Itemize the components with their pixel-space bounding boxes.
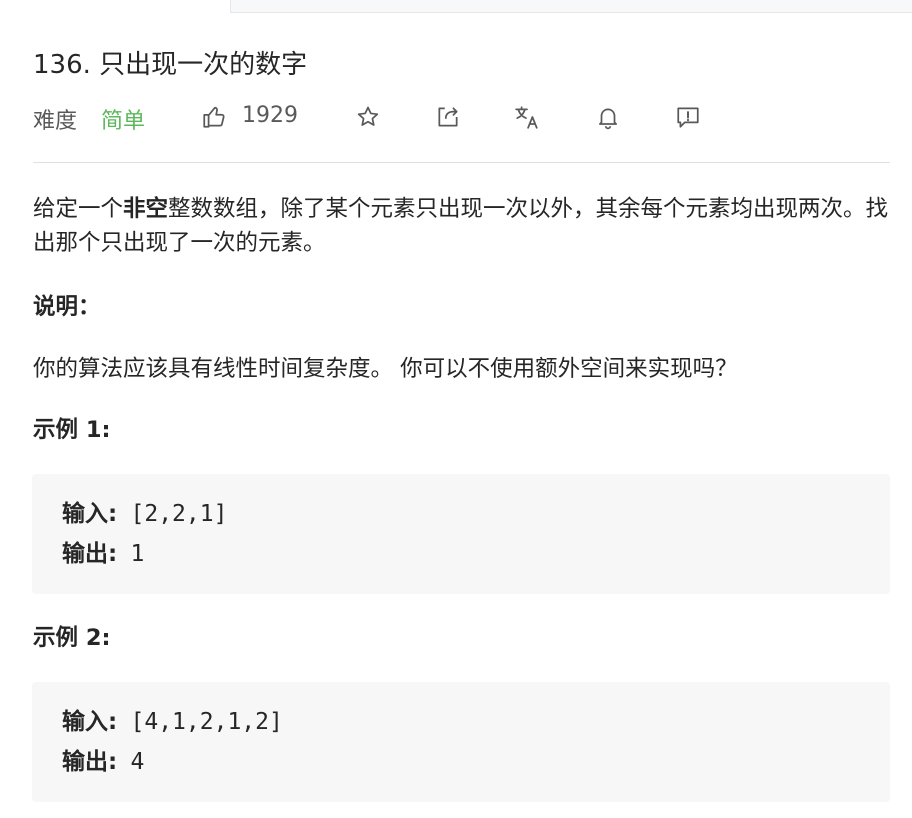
input-label: 输入: xyxy=(62,709,118,735)
input-value: [4,1,2,1,2] xyxy=(130,709,283,735)
top-panel-edge xyxy=(230,0,912,13)
problem-title: 136. 只出现一次的数字 xyxy=(33,50,308,80)
input-label: 输入: xyxy=(62,501,118,527)
star-icon[interactable] xyxy=(355,104,381,130)
example-2-heading: 示例 2: xyxy=(33,625,111,651)
translate-icon[interactable] xyxy=(514,104,540,130)
description-text-start: 给定一个 xyxy=(33,196,124,222)
example-1-input-line: 输入: [2,2,1] xyxy=(62,494,860,534)
example-1-output-line: 输出: 1 xyxy=(62,534,860,574)
problem-meta-bar: 难度 简单 1929 xyxy=(33,99,893,135)
problem-description: 给定一个非空整数数组，除了某个元素只出现一次以外，其余每个元素均出现两次。找出那… xyxy=(33,192,891,260)
input-value: [2,2,1] xyxy=(130,501,228,527)
header-divider xyxy=(33,162,890,163)
bell-icon[interactable] xyxy=(595,104,621,130)
feedback-icon[interactable] xyxy=(675,104,701,130)
difficulty-label: 难度 xyxy=(33,109,78,134)
note-text: 你的算法应该具有线性时间复杂度。 你可以不使用额外空间来实现吗？ xyxy=(33,356,738,382)
output-value: 1 xyxy=(130,541,145,567)
share-icon[interactable] xyxy=(435,104,461,130)
like-count: 1929 xyxy=(242,103,298,128)
example-2-output-line: 输出: 4 xyxy=(62,742,860,782)
example-1-code-block: 输入: [2,2,1] 输出: 1 xyxy=(32,474,890,594)
note-heading: 说明： xyxy=(33,294,101,320)
example-2-input-line: 输入: [4,1,2,1,2] xyxy=(62,702,860,742)
output-label: 输出: xyxy=(62,541,118,567)
output-label: 输出: xyxy=(62,749,118,775)
example-1-heading: 示例 1: xyxy=(33,417,111,443)
output-value: 4 xyxy=(130,749,145,775)
description-emphasis: 非空 xyxy=(123,196,169,222)
example-2-code-block: 输入: [4,1,2,1,2] 输出: 4 xyxy=(32,682,890,802)
difficulty-badge: 简单 xyxy=(101,109,146,134)
thumbs-up-icon[interactable] xyxy=(201,104,227,130)
